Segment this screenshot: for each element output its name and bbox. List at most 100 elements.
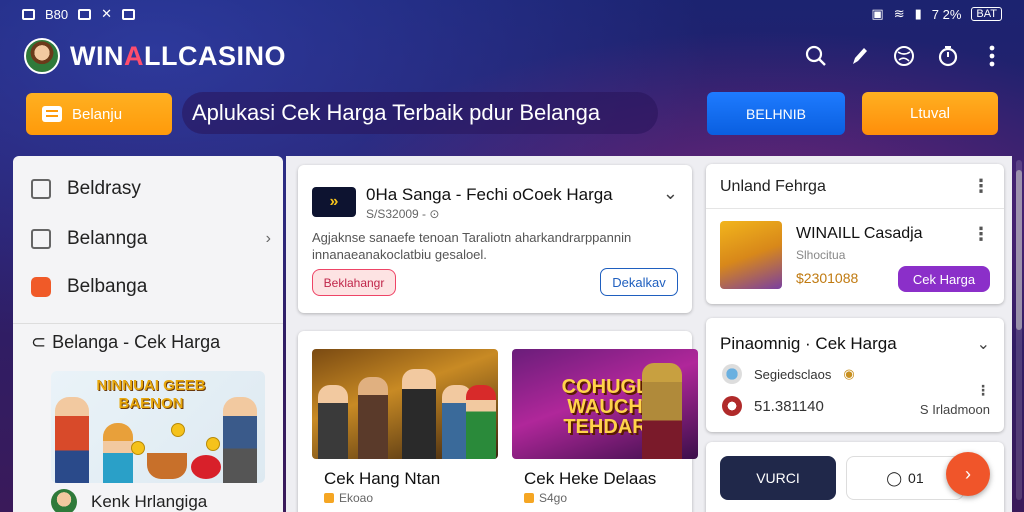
status-right-text: 7 2% (931, 6, 962, 22)
dark-button[interactable]: VURCI (720, 456, 836, 500)
coin-icon (131, 441, 145, 455)
globe-icon[interactable] (892, 44, 916, 68)
sidebar-item-belbanga[interactable]: Belbanga (31, 276, 271, 298)
app-header: WINALLCASINO (24, 34, 1004, 78)
tagline: Aplukasi Cek Harga Terbaik pdur Belanga (182, 92, 658, 134)
coin-icon: ◉ (843, 366, 855, 381)
shop-menu-label: Belanju (72, 105, 123, 123)
primary-blue-button[interactable]: BELHNIB (707, 92, 845, 135)
sidebar-item-label: Belbanga (67, 276, 148, 297)
sidebar-item-beldrasy[interactable]: Beldrasy (31, 178, 271, 200)
price-card-title: Unland Fehrga (720, 178, 826, 195)
games-card: COHUGL WAUCH TEHDAR Cek Hang Ntan Ekoao … (298, 331, 698, 512)
item-subtitle: Slhocitua (796, 248, 846, 262)
avatar (722, 396, 742, 416)
brand-name: WINALLCASINO (70, 40, 286, 71)
item-name[interactable]: WINAILL Casadja (796, 225, 923, 243)
avatar (722, 364, 742, 384)
character-figure (103, 423, 133, 483)
envelope-icon (31, 229, 51, 249)
avatar (51, 489, 77, 512)
notification-icon (78, 8, 92, 20)
feed-action-button[interactable]: Dekalkav (600, 268, 678, 296)
brand[interactable]: WINALLCASINO (24, 38, 286, 74)
compare-row[interactable]: 51.381140 (722, 396, 824, 416)
compare-row[interactable]: Segiedsclaos ◉ (722, 364, 855, 384)
feed-card-subtitle: S/S32009 - ⊙ (366, 207, 440, 221)
game-meta: S4go (524, 491, 567, 505)
more-vertical-icon[interactable] (980, 44, 1004, 68)
feed-card-description: Agjaknse sanaefe tenoan Taraliotn aharka… (312, 230, 632, 262)
feed-card-title: 0Ha Sanga - Fechi oCoek Harga (366, 185, 613, 204)
search-icon[interactable] (804, 44, 828, 68)
more-vertical-icon[interactable]: ⋮ (972, 176, 990, 197)
compare-card-title: Pinaomnig · Cek Harga (720, 334, 897, 353)
mute-icon: ✕ (101, 6, 113, 21)
sidebar-footer-item[interactable]: Kenk Hrlangiga (51, 489, 207, 512)
nfc-icon: ▣ (871, 6, 884, 21)
character-figure (55, 397, 89, 483)
sidebar-item-belannga[interactable]: Belannga › (31, 228, 271, 250)
scrollbar-thumb[interactable] (1016, 170, 1022, 330)
info-icon: ⊙ (429, 207, 440, 221)
item-price: $2301088 (796, 270, 859, 286)
check-price-button[interactable]: Cek Harga (898, 266, 990, 292)
logo-avatar-icon (24, 38, 60, 74)
signal-icon: ▮ (914, 6, 922, 21)
status-bar: B80 ✕ ▣ ≋ ▮ 7 2% BAT (0, 0, 1024, 28)
pen-icon[interactable] (848, 44, 872, 68)
battery-icon: BAT (971, 7, 1002, 21)
chevron-down-icon[interactable]: ⌄ (663, 183, 678, 204)
bracket-icon: ⊂ (31, 332, 47, 352)
game-thumbnail[interactable] (720, 221, 782, 289)
app-notification-icon (122, 8, 136, 20)
arrow-right-icon: › (965, 463, 971, 484)
coin-icon (524, 493, 534, 503)
chevron-right-icon: › (265, 230, 271, 247)
game-title[interactable]: Cek Hang Ntan (324, 469, 440, 489)
game-thumbnail[interactable] (312, 349, 498, 459)
character-figure (466, 385, 496, 459)
app-logo-icon: » (312, 187, 356, 217)
menu-icon (42, 106, 62, 122)
timer-icon: ◯ (886, 469, 903, 486)
coin-icon (324, 493, 334, 503)
next-fab-button[interactable]: › (946, 452, 990, 496)
sidebar-footer-label: Kenk Hrlangiga (91, 492, 208, 511)
sidebar-item-label: Belannga (67, 228, 148, 249)
more-vertical-icon[interactable]: ⋮ (972, 224, 990, 245)
gift-icon (191, 455, 221, 479)
character-figure (318, 385, 348, 459)
header-actions (804, 44, 1004, 68)
promo-art-title: NINNUAI GEEB BAENON (96, 377, 206, 412)
game-thumbnail[interactable]: COHUGL WAUCH TEHDAR (512, 349, 698, 459)
feed-card[interactable]: » 0Ha Sanga - Fechi oCoek Harga S/S32009… (298, 165, 692, 313)
orange-action-button[interactable]: Ltuval (862, 92, 998, 135)
game-meta: Ekoao (324, 491, 373, 505)
basket-icon (147, 453, 187, 479)
divider (13, 323, 283, 324)
sidebar-item-label: Beldrasy (67, 178, 141, 199)
status-left-text: B80 (45, 6, 69, 22)
chevron-down-icon[interactable]: ⌄ (977, 334, 990, 354)
compare-card: Pinaomnig · Cek Harga ⌄ Segiedsclaos ◉ 5… (706, 318, 1004, 432)
character-figure (642, 363, 682, 459)
sidebar-section-title[interactable]: ⊂ Belanga - Cek Harga (31, 332, 220, 353)
shop-menu-button[interactable]: Belanju (26, 93, 172, 135)
compare-right-text: S Irladmoon (919, 402, 990, 417)
more-vertical-icon[interactable]: ⋮ (976, 382, 990, 399)
character-figure (402, 369, 436, 459)
divider (706, 208, 1004, 209)
notification-icon (22, 8, 35, 20)
coin-icon (206, 437, 220, 451)
sidebar: Beldrasy Belannga › Belbanga ⊂ Belanga -… (13, 156, 283, 512)
promo-illustration[interactable]: NINNUAI GEEB BAENON (51, 371, 265, 483)
tag-chip[interactable]: Beklahangr (312, 269, 396, 296)
game-title[interactable]: Cek Heke Delaas (524, 469, 656, 489)
wifi-icon: ≋ (893, 6, 905, 21)
scrollbar[interactable] (1016, 160, 1022, 500)
clock-icon[interactable] (936, 44, 960, 68)
character-figure (358, 377, 388, 459)
character-figure (223, 397, 257, 483)
coin-icon (171, 423, 185, 437)
